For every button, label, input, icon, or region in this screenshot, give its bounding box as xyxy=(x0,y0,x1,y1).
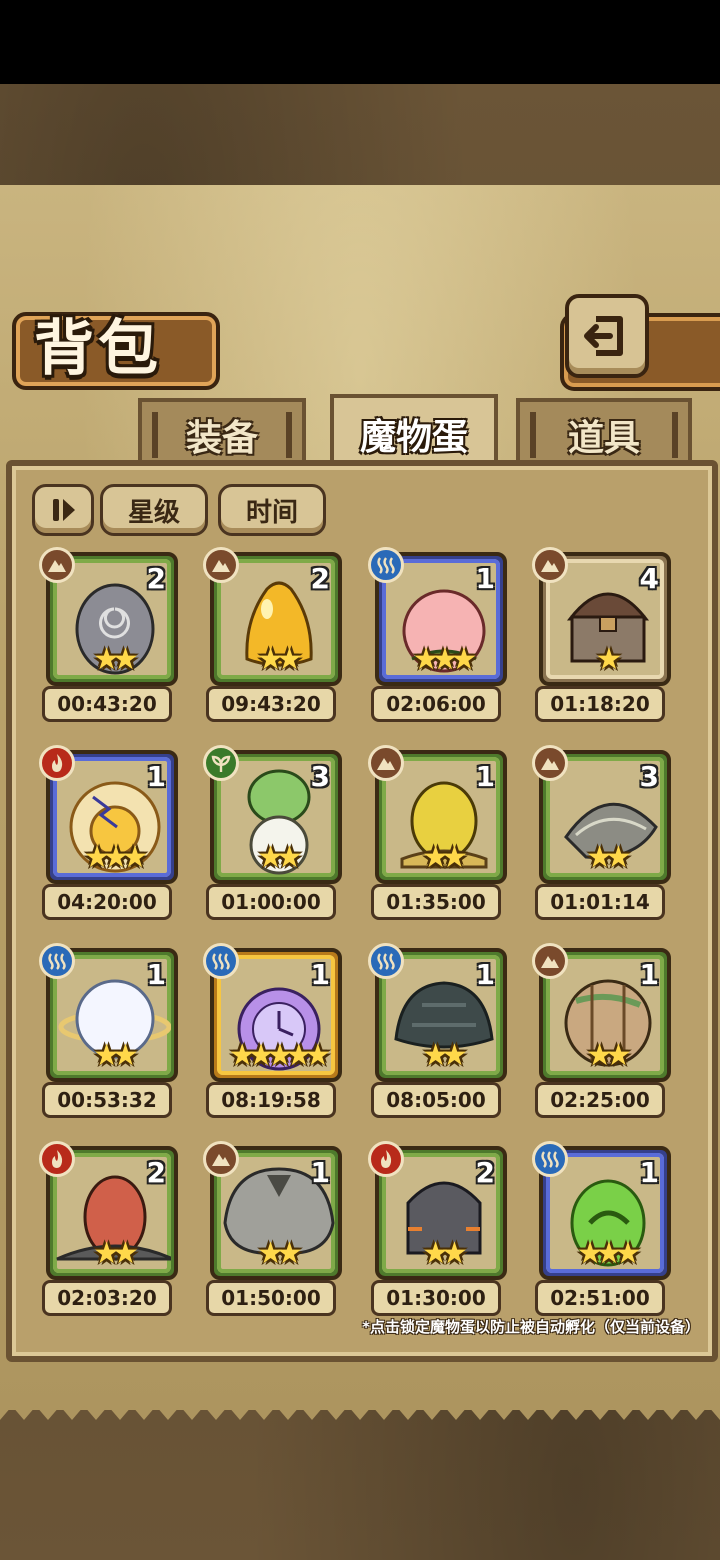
water-element-icon xyxy=(368,547,404,583)
earth-element-icon xyxy=(368,745,404,781)
egg-star-rating: ★★ xyxy=(257,642,303,677)
water-element-icon xyxy=(203,943,239,979)
hatch-timer: 02:51:00 xyxy=(535,1280,665,1316)
fire-element-icon xyxy=(368,1141,404,1177)
earth-element-icon xyxy=(203,547,239,583)
egg-star-rating: ★★ xyxy=(93,1038,139,1073)
egg-count: 1 xyxy=(639,958,659,991)
egg-star-rating: ★★ xyxy=(257,840,303,875)
egg-star-rating: ★★ xyxy=(422,1038,468,1073)
pause-lock-icon xyxy=(53,499,75,521)
egg-count: 1 xyxy=(310,1156,330,1189)
earth-element-icon xyxy=(532,745,568,781)
panel-zigzag-bottom xyxy=(0,1400,720,1420)
hatch-timer: 02:03:20 xyxy=(42,1280,172,1316)
egg-star-rating: ★★ xyxy=(422,1236,468,1271)
fire-element-icon xyxy=(39,745,75,781)
tab-bar-right xyxy=(286,412,292,458)
tab-bar-right xyxy=(672,412,678,458)
egg-count: 1 xyxy=(475,958,495,991)
earth-element-icon xyxy=(203,1141,239,1177)
tab-bar-left xyxy=(152,412,158,458)
egg-count: 1 xyxy=(146,760,166,793)
hatch-timer: 01:01:14 xyxy=(535,884,665,920)
egg-count: 2 xyxy=(310,562,330,595)
egg-count: 1 xyxy=(475,562,495,595)
egg-count: 1 xyxy=(475,760,495,793)
hatch-timer: 01:00:00 xyxy=(206,884,336,920)
plant-element-icon xyxy=(203,745,239,781)
egg-star-rating: ★★★★★ xyxy=(228,1038,331,1073)
lock-hint-text: *点击锁定魔物蛋以防止被自动孵化（仅当前设备） xyxy=(362,1318,700,1336)
egg-star-rating: ★★★ xyxy=(83,840,149,875)
tab-equipment[interactable]: 装备 xyxy=(138,398,306,468)
tab-label: 魔物蛋 xyxy=(359,417,468,458)
egg-star-rating: ★ xyxy=(595,642,623,677)
earth-element-icon xyxy=(39,547,75,583)
egg-star-rating: ★★ xyxy=(257,1236,303,1271)
status-bar xyxy=(0,0,720,84)
water-element-icon xyxy=(532,1141,568,1177)
hatch-timer: 02:25:00 xyxy=(535,1082,665,1118)
hatch-timer: 00:53:32 xyxy=(42,1082,172,1118)
tab-label: 道具 xyxy=(567,418,640,459)
back-button[interactable] xyxy=(565,294,649,378)
hatch-timer: 02:06:00 xyxy=(371,686,501,722)
water-element-icon xyxy=(368,943,404,979)
sort-star-button[interactable]: 星级 xyxy=(100,484,208,536)
hatch-timer: 01:50:00 xyxy=(206,1280,336,1316)
egg-star-rating: ★★ xyxy=(422,840,468,875)
egg-star-rating: ★★ xyxy=(586,840,632,875)
egg-count: 1 xyxy=(639,1156,659,1189)
egg-count: 1 xyxy=(310,958,330,991)
tab-items[interactable]: 道具 xyxy=(516,398,692,468)
egg-count: 2 xyxy=(475,1156,495,1189)
hatch-timer: 09:43:20 xyxy=(206,686,336,722)
earth-element-icon xyxy=(532,547,568,583)
lock-toggle-button[interactable] xyxy=(32,484,94,536)
egg-count: 3 xyxy=(639,760,659,793)
egg-star-rating: ★★ xyxy=(93,642,139,677)
egg-count: 2 xyxy=(146,1156,166,1189)
tab-monster-eggs[interactable]: 魔物蛋 xyxy=(330,394,498,470)
egg-count: 1 xyxy=(146,958,166,991)
egg-star-rating: ★★ xyxy=(93,1236,139,1271)
egg-star-rating: ★★ xyxy=(586,1038,632,1073)
hatch-timer: 00:43:20 xyxy=(42,686,172,722)
hatch-timer: 01:35:00 xyxy=(371,884,501,920)
page-title: 背包 xyxy=(34,314,162,384)
water-element-icon xyxy=(39,943,75,979)
hatch-timer: 04:20:00 xyxy=(42,884,172,920)
earth-element-icon xyxy=(532,943,568,979)
egg-count: 3 xyxy=(310,760,330,793)
hatch-timer: 08:19:58 xyxy=(206,1082,336,1118)
hatch-timer: 01:18:20 xyxy=(535,686,665,722)
fire-element-icon xyxy=(39,1141,75,1177)
tab-bar-left xyxy=(530,412,536,458)
hatch-timer: 01:30:00 xyxy=(371,1280,501,1316)
egg-count: 4 xyxy=(639,562,659,595)
sort-time-button[interactable]: 时间 xyxy=(218,484,326,536)
egg-count: 2 xyxy=(146,562,166,595)
tab-label: 装备 xyxy=(185,418,258,459)
hatch-timer: 08:05:00 xyxy=(371,1082,501,1118)
egg-star-rating: ★★★ xyxy=(412,642,478,677)
back-arrow-icon xyxy=(584,316,623,356)
egg-star-rating: ★★★ xyxy=(576,1236,642,1271)
